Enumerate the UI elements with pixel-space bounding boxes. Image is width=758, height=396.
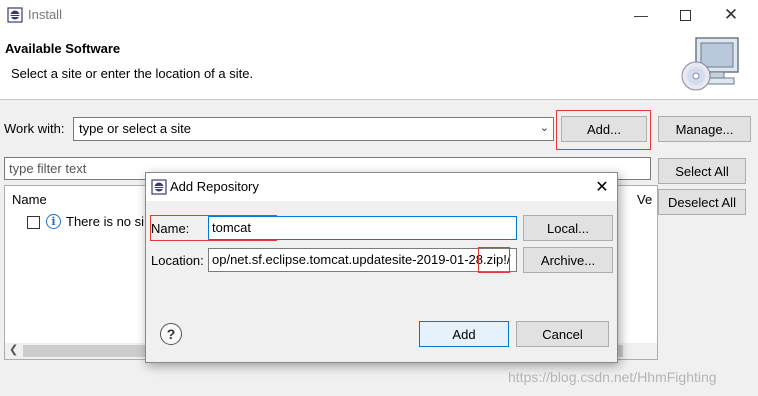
location-field[interactable]: op/net.sf.eclipse.tomcat.updatesite-2019…: [208, 248, 517, 272]
scroll-left-icon[interactable]: ❮: [9, 343, 18, 356]
close-icon: ✕: [723, 5, 739, 24]
add-site-label: Add...: [587, 121, 621, 137]
info-icon: i: [46, 214, 61, 229]
dialog-titlebar: Add Repository ✕: [146, 173, 617, 201]
name-field[interactable]: tomcat: [208, 216, 517, 240]
close-button[interactable]: ✕: [708, 0, 754, 30]
minimize-icon: —: [634, 7, 648, 23]
name-value: tomcat: [212, 220, 252, 235]
location-value: op/net.sf.eclipse.tomcat.updatesite-2019…: [212, 252, 511, 267]
window-title: Install: [28, 7, 62, 22]
close-icon: ✕: [595, 179, 609, 196]
column-header-version[interactable]: Ve: [637, 192, 652, 207]
page-subtitle: Select a site or enter the location of a…: [11, 66, 254, 81]
add-button[interactable]: Add: [419, 321, 509, 347]
page-title: Available Software: [5, 41, 121, 56]
add-site-button[interactable]: Add...: [561, 116, 647, 142]
eclipse-app-icon: [151, 179, 167, 195]
table-row: There is no si: [66, 214, 145, 229]
wizard-header: Available Software Select a site or ente…: [0, 30, 758, 100]
select-all-label: Select All: [675, 163, 729, 179]
local-label: Local...: [547, 220, 589, 236]
highlight-frame-zip: [478, 247, 510, 273]
work-with-combo[interactable]: type or select a site ⌄: [73, 117, 554, 141]
cancel-button[interactable]: Cancel: [516, 321, 609, 347]
eclipse-app-icon: [7, 7, 23, 23]
maximize-icon: [679, 9, 691, 21]
manage-label: Manage...: [675, 121, 734, 137]
chevron-down-icon[interactable]: ⌄: [540, 121, 549, 134]
window-titlebar: Install — ✕: [0, 0, 758, 30]
filter-placeholder: type filter text: [9, 161, 87, 176]
minimize-button[interactable]: —: [618, 0, 664, 30]
cancel-label: Cancel: [542, 326, 583, 342]
dialog-title: Add Repository: [170, 179, 259, 194]
deselect-all-button[interactable]: Deselect All: [658, 189, 746, 215]
maximize-button[interactable]: [662, 0, 708, 30]
add-label: Add: [452, 326, 476, 342]
archive-button[interactable]: Archive...: [523, 247, 613, 273]
select-all-button[interactable]: Select All: [658, 158, 746, 184]
help-icon[interactable]: ?: [160, 323, 182, 345]
work-with-label: Work with:: [4, 121, 65, 136]
row-checkbox[interactable]: [27, 216, 40, 229]
monitor-cd-icon: [681, 37, 739, 91]
deselect-all-label: Deselect All: [668, 194, 736, 210]
column-header-name[interactable]: Name: [12, 192, 47, 207]
local-button[interactable]: Local...: [523, 215, 613, 241]
work-with-value: type or select a site: [79, 121, 191, 136]
dialog-close-button[interactable]: ✕: [590, 176, 614, 198]
manage-button[interactable]: Manage...: [658, 116, 751, 142]
location-label: Location:: [151, 253, 204, 268]
watermark: https://blog.csdn.net/HhmFighting: [508, 369, 717, 385]
name-label: Name:: [151, 221, 190, 236]
archive-label: Archive...: [540, 252, 596, 268]
add-repository-dialog: Add Repository ✕ Name: tomcat Local... L…: [145, 172, 618, 363]
